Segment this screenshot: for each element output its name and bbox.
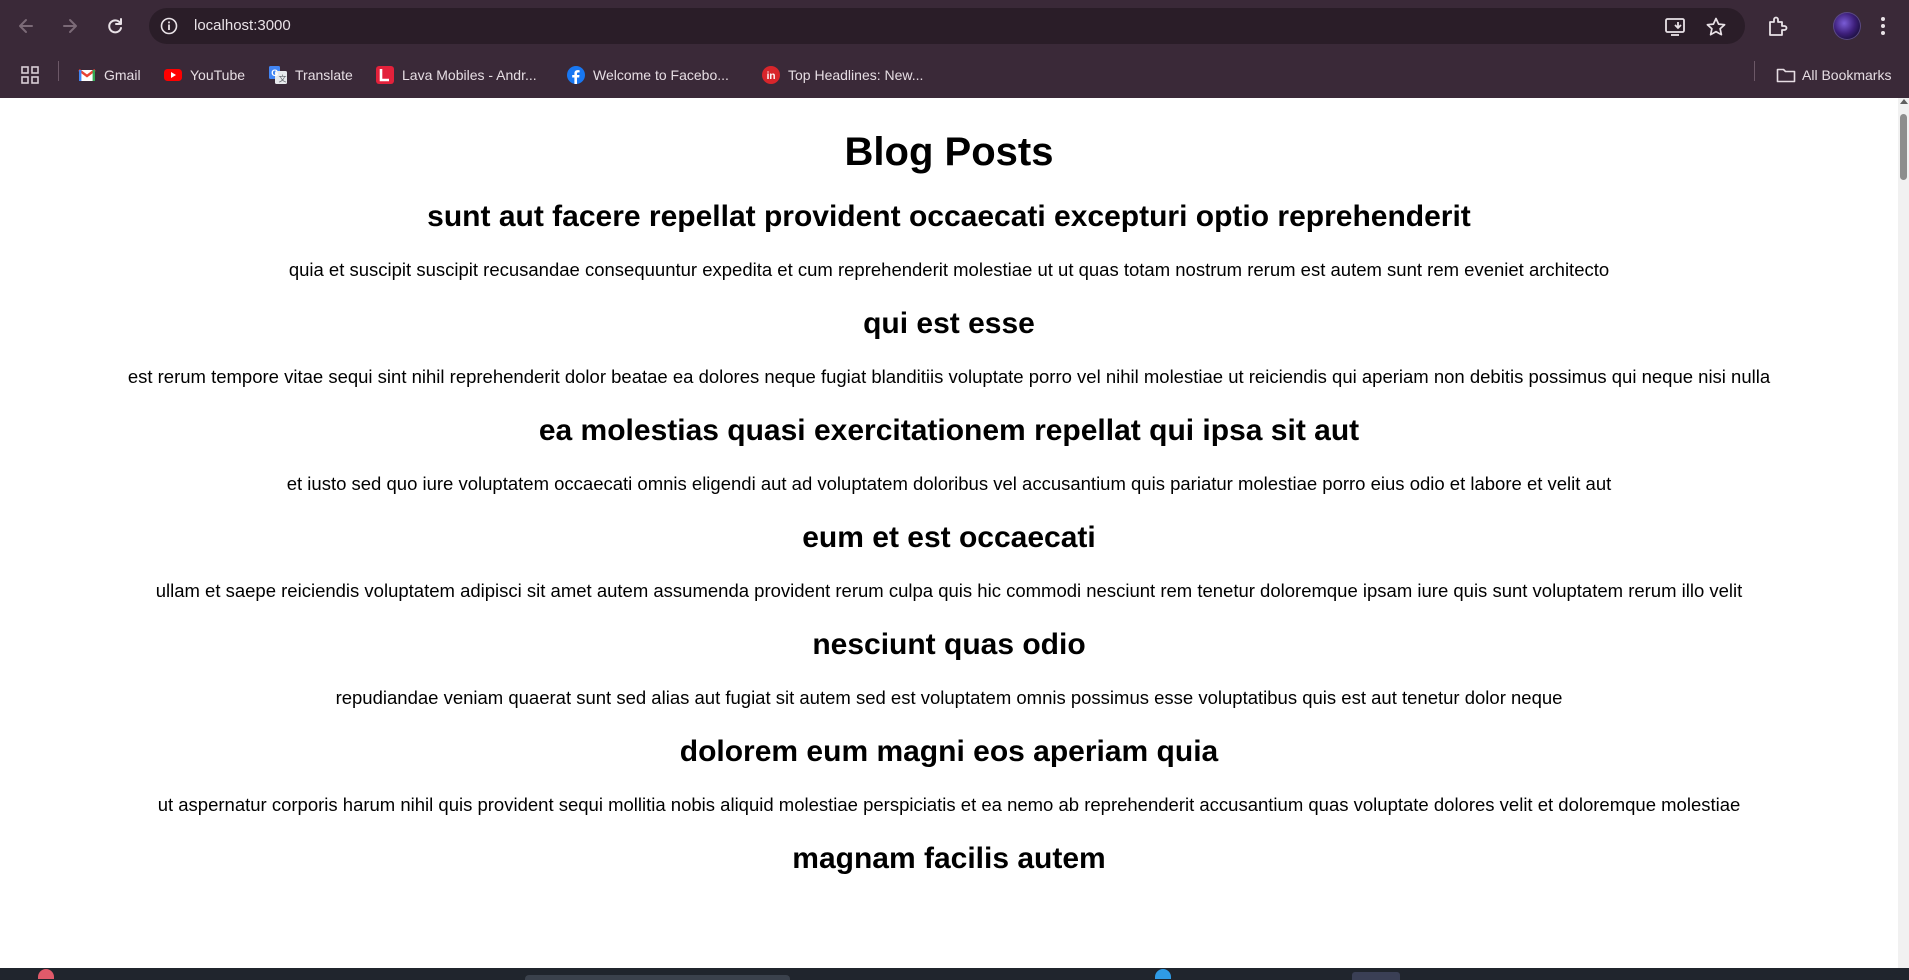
all-bookmarks-label: All Bookmarks (1802, 67, 1892, 83)
scroll-up-arrow-icon[interactable] (1900, 99, 1908, 104)
url-text[interactable]: localhost:3000 (194, 8, 291, 44)
blog-post: sunt aut facere repellat provident occae… (0, 199, 1898, 282)
post-title: dolorem eum magni eos aperiam quia (679, 735, 1219, 768)
bookmark-separator (58, 61, 59, 81)
post-body: repudiandae veniam quaerat sunt sed alia… (335, 687, 1563, 708)
blog-post: dolorem eum magni eos aperiam quia ut asp… (0, 734, 1898, 817)
forward-arrow-icon (63, 19, 77, 33)
bookmark-star-icon[interactable] (1705, 16, 1727, 38)
bookmark-facebook[interactable]: Welcome to Facebo... (567, 63, 729, 87)
post-body: ullam et saepe reiciendis voluptatem adi… (155, 580, 1743, 601)
translate-icon: G 文 (269, 66, 287, 84)
os-taskbar (0, 968, 1909, 980)
page-title: Blog Posts (844, 130, 1054, 174)
bookmark-label: Translate (295, 67, 353, 83)
more-menu-icon[interactable] (1876, 13, 1890, 39)
scrollbar-thumb[interactable] (1900, 114, 1907, 180)
svg-text:G: G (271, 68, 278, 78)
reload-button[interactable] (101, 12, 129, 40)
post-body: quia et suscipit suscipit recusandae con… (288, 259, 1610, 280)
back-button[interactable] (12, 12, 40, 40)
all-bookmarks-button[interactable]: All Bookmarks (1776, 63, 1891, 87)
bookmark-label: Gmail (104, 67, 141, 83)
blog-post: nesciunt quas odio repudiandae veniam qua… (0, 627, 1898, 710)
blog-post: magnam facilis autem (0, 841, 1898, 877)
browser-toolbar: localhost:3000 (0, 0, 1909, 52)
page-viewport[interactable]: Blog Posts sunt aut facere repellat prov… (0, 98, 1898, 968)
folder-icon (1776, 66, 1796, 84)
post-body: est rerum tempore vitae sequi sint nihil… (127, 366, 1771, 387)
post-body: ut aspernatur corporis harum nihil quis … (157, 794, 1741, 815)
post-title: nesciunt quas odio (812, 628, 1086, 661)
post-title: sunt aut facere repellat provident occae… (427, 200, 1471, 233)
profile-avatar[interactable] (1833, 12, 1861, 40)
scrollbar-track[interactable] (1898, 98, 1909, 968)
svg-text:文: 文 (279, 74, 287, 84)
taskbar-active-app[interactable] (1352, 972, 1400, 980)
post-title: ea molestias quasi exercitationem repell… (538, 414, 1360, 447)
svg-text:in: in (767, 71, 776, 82)
bookmark-lava-mobiles[interactable]: Lava Mobiles - Andr... (376, 63, 537, 87)
bookmark-label: Top Headlines: New... (788, 67, 924, 83)
bookmark-youtube[interactable]: YouTube (164, 63, 245, 87)
blog-post: ea molestias quasi exercitationem repell… (0, 413, 1898, 496)
bookmark-separator (1754, 61, 1755, 81)
extensions-icon[interactable] (1765, 13, 1791, 39)
taskbar-search-box[interactable] (525, 975, 790, 980)
post-body: et iusto sed quo iure voluptatem occaeca… (286, 473, 1612, 494)
bookmark-gmail[interactable]: Gmail (78, 63, 141, 87)
address-bar[interactable]: localhost:3000 (149, 8, 1745, 44)
apps-grid-button[interactable] (20, 63, 40, 87)
blog-post: eum et est occaecati ullam et saepe reici… (0, 520, 1898, 603)
gmail-icon (78, 66, 96, 84)
apps-grid-icon (21, 66, 39, 84)
bookmark-label: Welcome to Facebo... (593, 67, 729, 83)
back-arrow-icon (19, 19, 33, 33)
lava-icon (376, 66, 394, 84)
bookmark-top-headlines[interactable]: in Top Headlines: New... (762, 63, 923, 87)
page-content: Blog Posts sunt aut facere repellat prov… (0, 98, 1898, 877)
site-info-icon[interactable] (159, 16, 179, 36)
posts-list: sunt aut facere repellat provident occae… (0, 199, 1898, 877)
bookmark-translate[interactable]: G 文 Translate (269, 63, 353, 87)
reload-icon (108, 18, 122, 34)
taskbar-app-icon[interactable] (1155, 969, 1171, 979)
bookmark-label: YouTube (190, 67, 246, 83)
post-title: magnam facilis autem (792, 842, 1106, 875)
forward-button[interactable] (56, 12, 84, 40)
bookmark-label: Lava Mobiles - Andr... (402, 67, 537, 83)
post-title: qui est esse (863, 307, 1035, 340)
youtube-icon (164, 66, 182, 84)
facebook-icon (567, 66, 585, 84)
taskbar-app-icon[interactable] (38, 969, 54, 979)
post-title: eum et est occaecati (802, 521, 1096, 554)
blog-post: qui est esse est rerum tempore vitae sequ… (0, 306, 1898, 389)
inshorts-icon: in (762, 66, 780, 84)
install-app-icon[interactable] (1664, 16, 1686, 38)
